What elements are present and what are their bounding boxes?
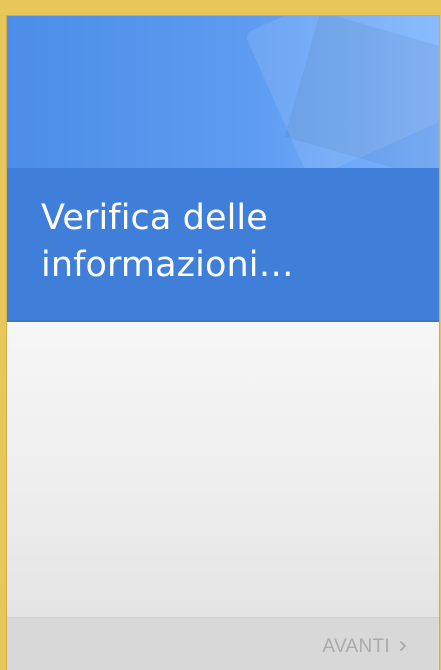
title-panel: Verifica delle informazioni…	[7, 168, 439, 322]
video-frame-background: Verifica delle informazioni… AVANTI	[0, 0, 441, 670]
top-blue-banner	[7, 16, 439, 187]
setup-screen: Verifica delle informazioni… AVANTI	[7, 16, 439, 670]
next-button-label: AVANTI	[322, 636, 390, 657]
next-button[interactable]: AVANTI	[322, 635, 408, 659]
chevron-right-icon	[398, 641, 408, 651]
empty-content-area	[7, 322, 439, 617]
bottom-navigation-bar: AVANTI	[7, 617, 439, 670]
page-title: Verifica delle informazioni…	[41, 198, 294, 285]
